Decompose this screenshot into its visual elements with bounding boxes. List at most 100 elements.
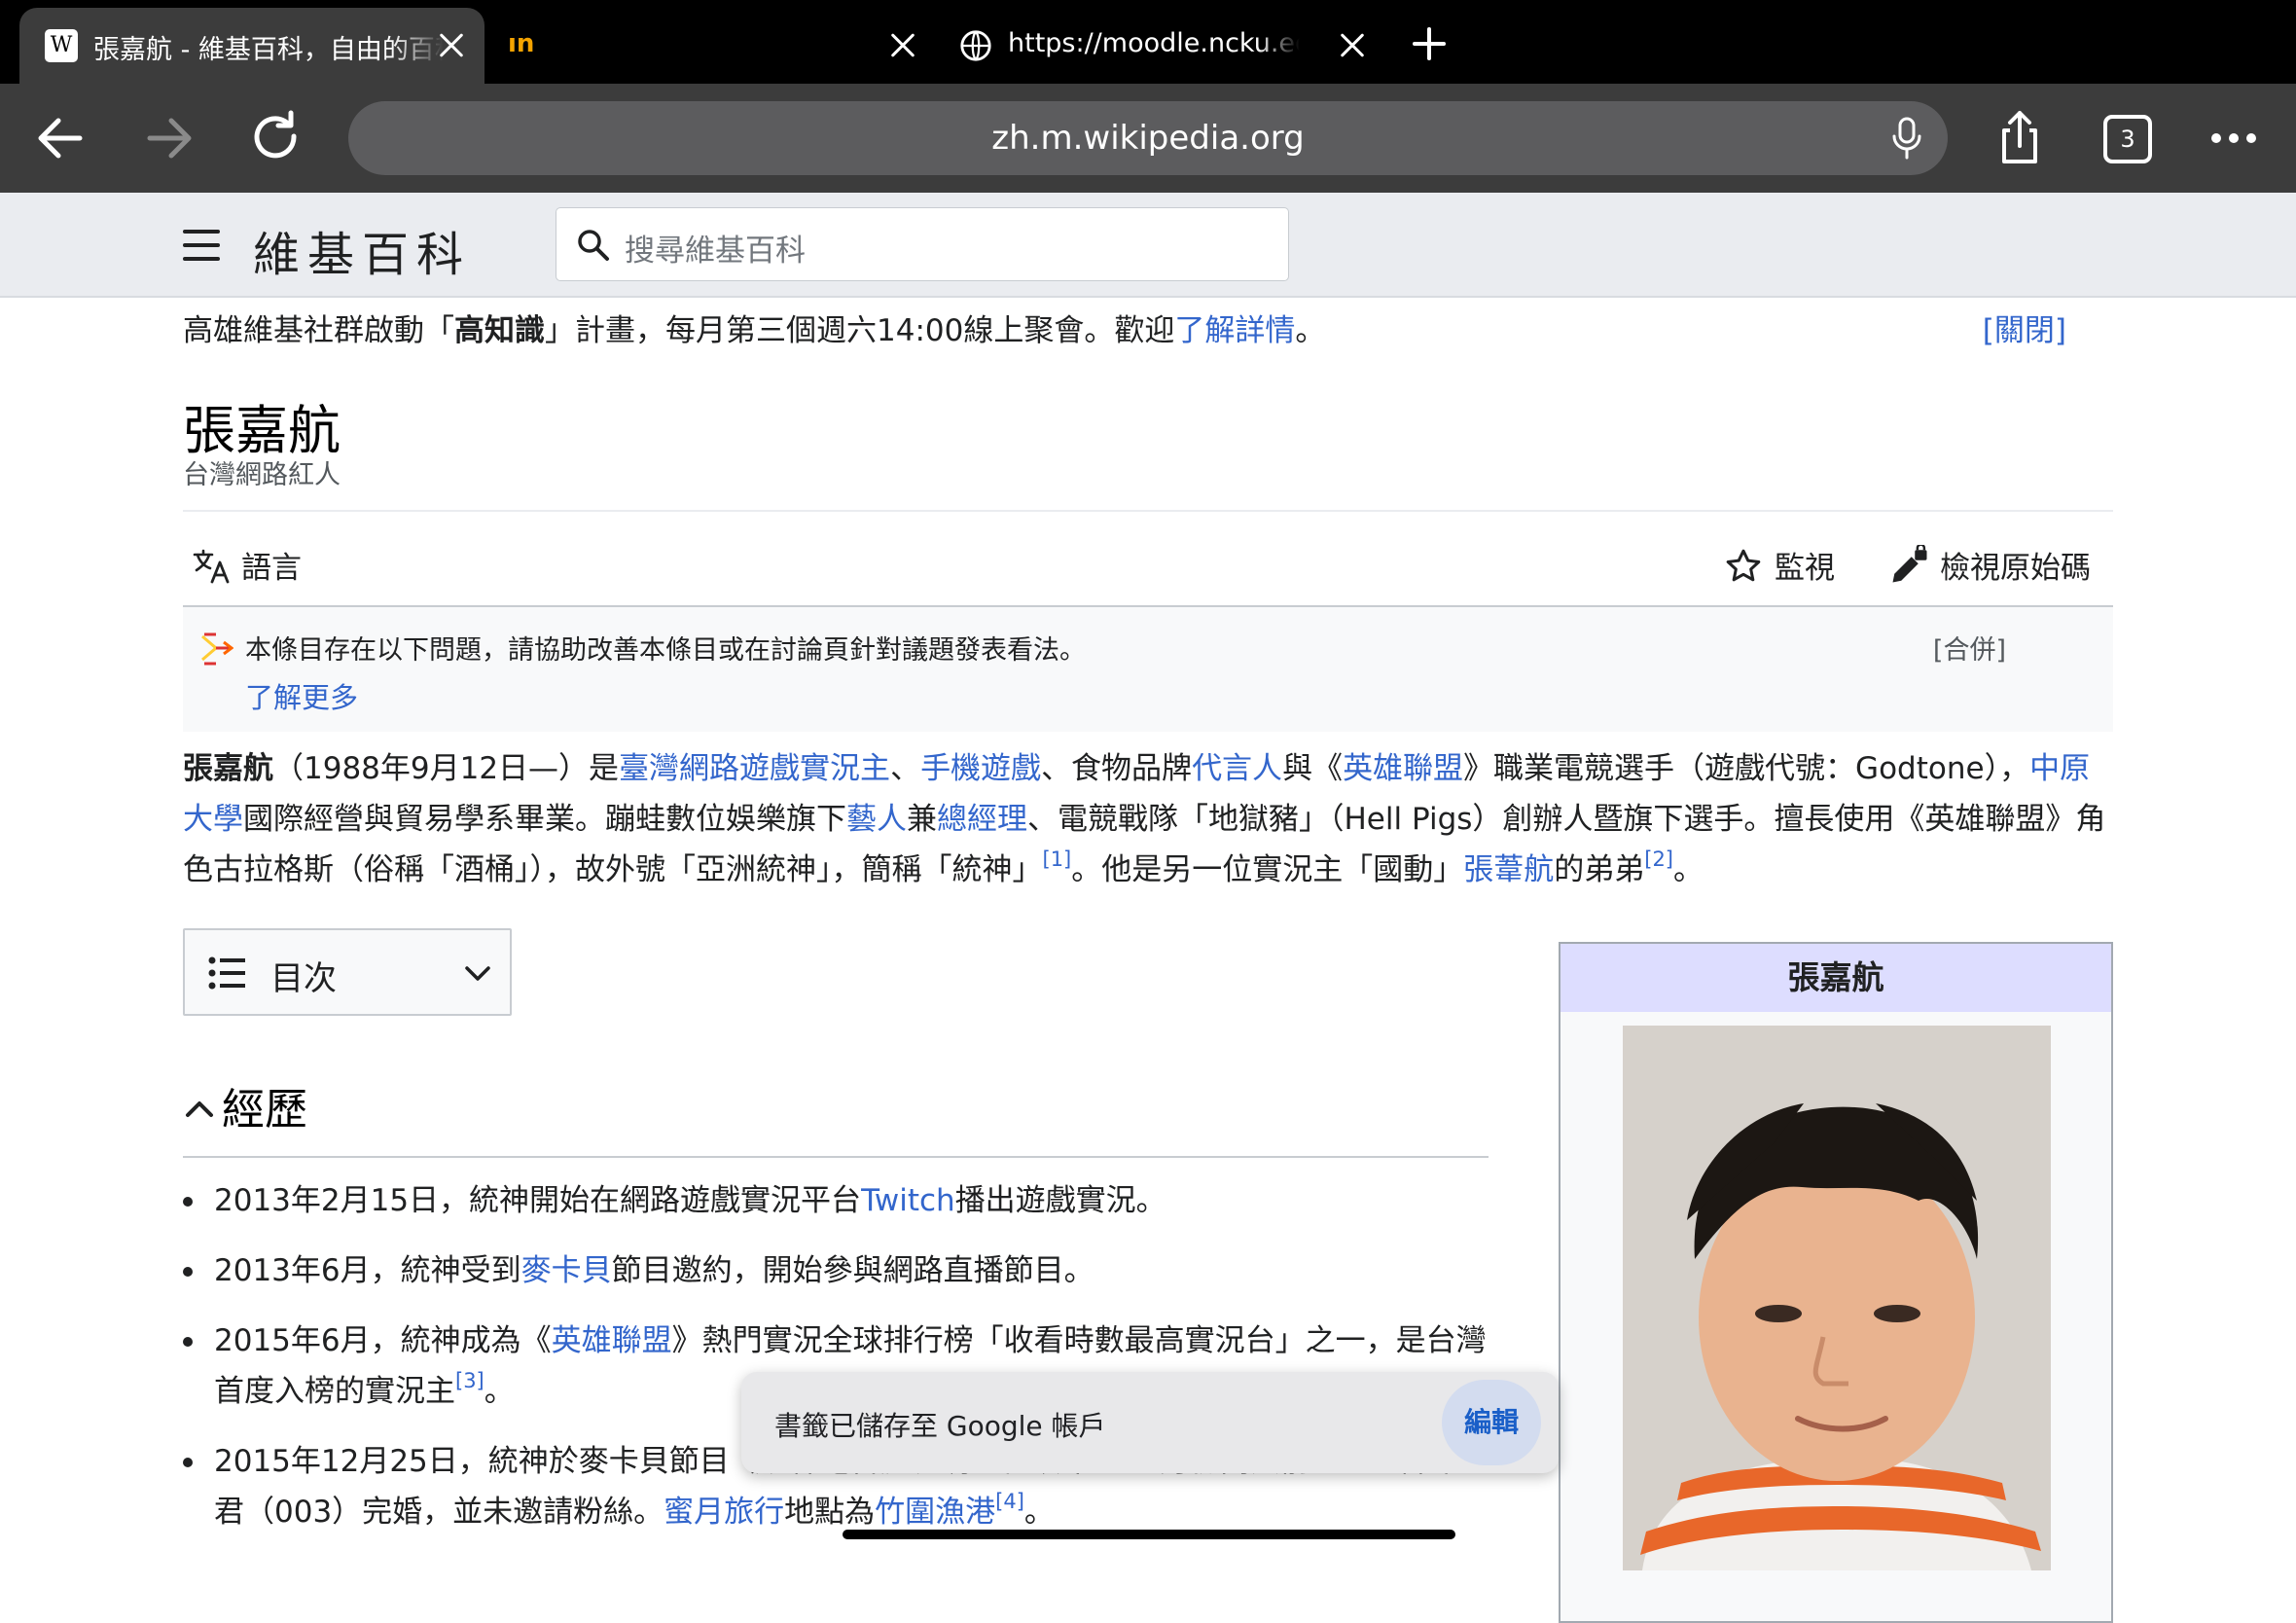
table-of-contents-toggle[interactable]: 目次 [183,928,512,1016]
notice-text: 高雄維基社群啟動「 [183,313,454,348]
divider [183,510,2113,512]
home-indicator[interactable] [843,1530,1455,1539]
issue-text: 本條目存在以下問題，請協助改善本條目或在討論頁針對議題發表看法。 [245,635,1086,666]
portrait-image[interactable] [1623,1026,2051,1570]
lead-link[interactable]: 張葦航 [1463,852,1554,887]
site-notice: 高雄維基社群啟動「高知識」計畫，每月第三個週六14:00線上聚會。歡迎了解詳情。… [183,306,2113,349]
section-heading[interactable]: 經歷 [183,1074,307,1136]
chevron-up-icon [186,1101,213,1117]
wikipedia-logo[interactable]: 維基百科 [253,216,471,284]
portrait-illustration [1623,1026,2051,1570]
watch-label: 監視 [1775,551,1835,586]
history-list: 2013年2月15日，統神開始在網路遊戲實況平台Twitch播出遊戲實況。 20… [183,1175,1489,1557]
lead-link[interactable]: 英雄聯盟 [1343,751,1463,786]
merge-issue-icon [201,632,233,666]
inline-link[interactable]: 英雄聯盟 [552,1323,672,1358]
subject-name: 張嘉航 [183,751,273,786]
browser-toolbar: zh.m.wikipedia.org 3 [0,84,2296,193]
view-source-label: 檢視原始碼 [1940,551,2091,586]
lead-link[interactable]: 手機遊戲 [920,751,1041,786]
reference-link[interactable]: [1] [1043,848,1072,871]
edit-lock-icon [1892,543,1927,583]
reference-link[interactable]: [2] [1644,848,1673,871]
forward-arrow-icon[interactable] [138,107,200,169]
section-title: 經歷 [222,1085,307,1135]
snackbar-message: 書籤已儲存至 Google 帳戶 [774,1410,1106,1442]
watch-button[interactable]: 監視 [1724,543,1835,587]
notice-text: 。 [1295,313,1326,348]
lead-text: 、 [890,751,921,786]
globe-icon [960,30,991,61]
lead-link[interactable]: 總經理 [937,802,1027,837]
list-item: 2013年6月，統神受到麥卡貝節目邀約，開始參與網路直播節目。 [183,1245,1489,1296]
tab-title: 張嘉航 - 維基百科，自由的百科全書 [93,35,444,65]
wikipedia-favicon-icon: W [45,29,78,62]
close-tab-icon[interactable] [883,25,922,64]
search-icon [578,230,609,261]
merge-tag: [合併] [1932,635,2006,666]
lead-text: （1988年9月12日—）是 [273,751,620,786]
tab-wikipedia[interactable]: W 張嘉航 - 維基百科，自由的百科全書 [19,8,484,84]
language-button[interactable]: 語言 [193,543,302,587]
page-actions: 語言 監視 檢視原始碼 [183,529,2113,599]
lead-link[interactable]: 臺灣網路遊戲實況主 [619,751,890,786]
reference-link[interactable]: [3] [455,1369,484,1392]
search-placeholder: 搜尋維基百科 [625,234,806,269]
lead-link[interactable]: 代言人 [1192,751,1282,786]
lead-text: 、食物品牌 [1041,751,1193,786]
view-source-button[interactable]: 檢視原始碼 [1889,543,2091,587]
inline-link[interactable]: 麥卡貝 [521,1253,612,1288]
toc-label: 目次 [270,959,337,998]
lead-text: 國際經營與貿易學系畢業。蹦蛙數位娛樂旗下 [243,802,846,837]
more-menu-icon[interactable] [2203,107,2265,169]
main-menu-icon[interactable] [183,230,220,261]
edit-bookmark-button[interactable]: 編輯 [1442,1380,1541,1465]
address-bar[interactable]: zh.m.wikipedia.org [348,101,1948,175]
notice-details-link[interactable]: 了解詳情 [1174,313,1295,348]
translate-icon [193,549,230,584]
infobox: 張嘉航 [1559,942,2113,1623]
back-arrow-icon[interactable] [29,107,91,169]
tab-moodle[interactable]: https://moodle.ncku.edu.tw [938,8,1393,84]
inline-link[interactable]: 蜜月旅行 [664,1495,784,1530]
notice-close-link[interactable]: [關閉] [1983,306,2066,349]
notice-text: 」計畫，每月第三個週六14:00線上聚會。歡迎 [545,313,1175,348]
new-tab-icon[interactable] [1413,27,1446,60]
search-input[interactable]: 搜尋維基百科 [556,208,1288,280]
language-label: 語言 [241,551,302,586]
lead-paragraph: 張嘉航（1988年9月12日—）是臺灣網路遊戲實況主、手機遊戲、食物品牌代言人與… [183,743,2113,895]
reload-icon[interactable] [245,107,307,169]
linkedin-favicon-icon: ın [508,29,535,58]
tab-strip: W 張嘉航 - 維基百科，自由的百科全書 ın https://moodle.n… [0,0,2296,84]
lead-text: 的弟弟 [1554,852,1645,887]
share-icon[interactable] [1989,107,2051,169]
tab-title: https://moodle.ncku.edu.tw [1008,28,1300,58]
close-tab-icon[interactable] [1333,25,1372,64]
chevron-down-icon [465,966,490,981]
tab-switcher-button[interactable]: 3 [2103,115,2152,163]
page-subtitle: 台灣網路紅人 [183,460,341,490]
lead-link[interactable]: 藝人 [846,802,907,837]
microphone-icon[interactable] [1889,117,1924,160]
divider [183,1156,1489,1158]
star-icon [1726,549,1761,582]
infobox-title: 張嘉航 [1561,944,2111,1012]
reference-link[interactable]: [4] [995,1490,1024,1513]
lead-text: 。他是另一位實況主「國動」 [1071,852,1464,887]
lead-text: 》職業電競選手（遊戲代號：Godtone）， [1463,751,2030,786]
learn-more-link[interactable]: 了解更多 [245,675,358,716]
bookmark-snackbar: 書籤已儲存至 Google 帳戶 編輯 [741,1372,1559,1473]
tab-linkedin[interactable]: ın [484,8,938,84]
inline-link[interactable]: Twitch [861,1183,955,1218]
wikipedia-header: 維基百科 搜尋維基百科 [0,193,2296,298]
lead-text: 與《 [1282,751,1344,786]
lead-text: 。 [1673,852,1704,887]
lead-text: 兼 [907,802,937,837]
article-issue-box: 本條目存在以下問題，請協助改善本條目或在討論頁針對議題發表看法。 了解更多 [合… [183,607,2113,732]
notice-bold: 高知識 [454,313,545,348]
list-icon [208,956,245,990]
inline-link[interactable]: 竹圍漁港 [875,1495,995,1530]
close-tab-icon[interactable] [432,25,471,64]
url-text: zh.m.wikipedia.org [991,119,1305,158]
list-item: 2013年2月15日，統神開始在網路遊戲實況平台Twitch播出遊戲實況。 [183,1175,1489,1226]
